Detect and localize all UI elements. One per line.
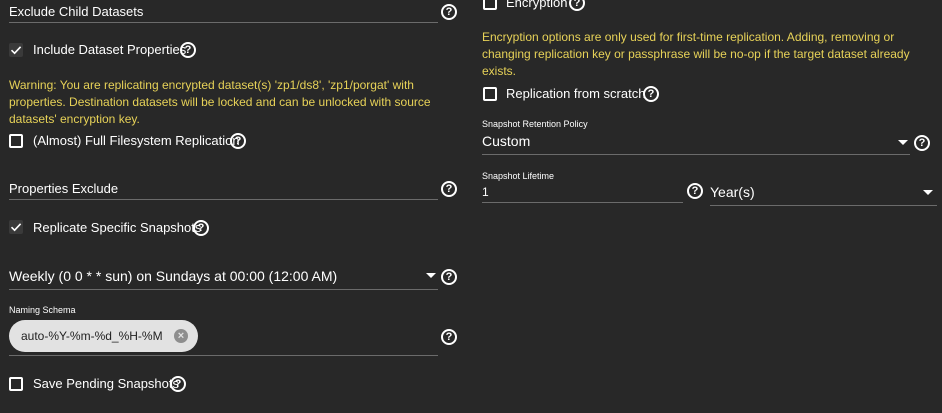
include-dataset-properties-label: Include Dataset Properties	[33, 42, 187, 57]
replication-form: Exclude Child Datasets ? Include Dataset…	[0, 0, 942, 413]
warning-line: datasets' encryption key.	[9, 112, 140, 126]
schedule-select[interactable]	[9, 289, 438, 290]
encryption-warning: Warning: You are replicating encrypted d…	[9, 77, 449, 128]
caret-down-icon[interactable]	[898, 140, 908, 145]
help-circle-icon[interactable]: ?	[687, 183, 703, 199]
properties-exclude-input[interactable]	[9, 199, 438, 200]
warning-line: properties. Destination datasets will be…	[9, 95, 431, 109]
properties-exclude-label: Properties Exclude	[9, 181, 119, 196]
include-dataset-properties-checkbox[interactable]	[9, 43, 23, 57]
help-circle-icon[interactable]: ?	[193, 220, 209, 236]
note-line: exists.	[482, 64, 517, 78]
lifetime-unit-value[interactable]: Year(s)	[710, 184, 755, 200]
check-icon	[10, 223, 22, 232]
encryption-note: Encryption options are only used for fir…	[482, 29, 932, 80]
naming-schema-input[interactable]	[9, 355, 438, 356]
exclude-child-datasets-input[interactable]	[9, 22, 438, 23]
exclude-child-datasets-label: Exclude Child Datasets	[9, 4, 144, 19]
help-circle-icon[interactable]: ?	[441, 329, 457, 345]
save-pending-snapshots-checkbox[interactable]	[9, 377, 23, 391]
naming-schema-chip-text: auto-%Y-%m-%d_%H-%M	[21, 329, 163, 343]
replicate-specific-snapshots-label: Replicate Specific Snapshots	[33, 220, 202, 235]
help-circle-icon[interactable]: ?	[441, 4, 457, 20]
help-circle-icon[interactable]: ?	[643, 86, 659, 102]
full-filesystem-replication-checkbox[interactable]	[9, 134, 23, 148]
replication-from-scratch-label: Replication from scratch	[506, 86, 646, 101]
schedule-select-value[interactable]: Weekly (0 0 * * sun) on Sundays at 00:00…	[9, 268, 337, 284]
help-circle-icon[interactable]: ?	[914, 135, 930, 151]
help-circle-icon[interactable]: ?	[180, 42, 196, 58]
help-circle-icon[interactable]: ?	[441, 181, 457, 197]
help-circle-icon[interactable]: ?	[441, 269, 457, 285]
naming-schema-label: Naming Schema	[9, 305, 76, 315]
replication-from-scratch-checkbox[interactable]	[483, 87, 497, 101]
snapshot-retention-policy-label: Snapshot Retention Policy	[482, 119, 588, 129]
snapshot-lifetime-value[interactable]: 1	[482, 184, 489, 200]
check-icon	[10, 46, 22, 55]
replicate-specific-snapshots-checkbox[interactable]	[9, 220, 23, 234]
close-circle-icon[interactable]: ×	[174, 329, 188, 343]
snapshot-lifetime-label: Snapshot Lifetime	[482, 171, 555, 181]
lifetime-unit-select[interactable]	[710, 205, 937, 206]
note-line: changing replication key or passphrase w…	[482, 47, 910, 61]
warning-line: Warning: You are replicating encrypted d…	[9, 78, 414, 92]
note-line: Encryption options are only used for fir…	[482, 30, 895, 44]
full-filesystem-replication-label: (Almost) Full Filesystem Replication	[33, 133, 240, 148]
help-circle-icon[interactable]: ?	[569, 0, 585, 11]
encryption-label: Encryption	[506, 0, 568, 10]
snapshot-lifetime-input[interactable]	[482, 202, 683, 203]
caret-down-icon[interactable]	[923, 190, 933, 195]
help-circle-icon[interactable]: ?	[230, 133, 246, 149]
snapshot-retention-policy-select[interactable]	[482, 154, 910, 155]
help-circle-icon[interactable]: ?	[170, 376, 186, 392]
naming-schema-chip[interactable]: auto-%Y-%m-%d_%H-%M ×	[9, 320, 198, 352]
caret-down-icon[interactable]	[426, 273, 436, 278]
save-pending-snapshots-label: Save Pending Snapshots	[33, 376, 179, 391]
snapshot-retention-policy-value[interactable]: Custom	[482, 133, 530, 149]
encryption-checkbox[interactable]	[483, 0, 497, 10]
